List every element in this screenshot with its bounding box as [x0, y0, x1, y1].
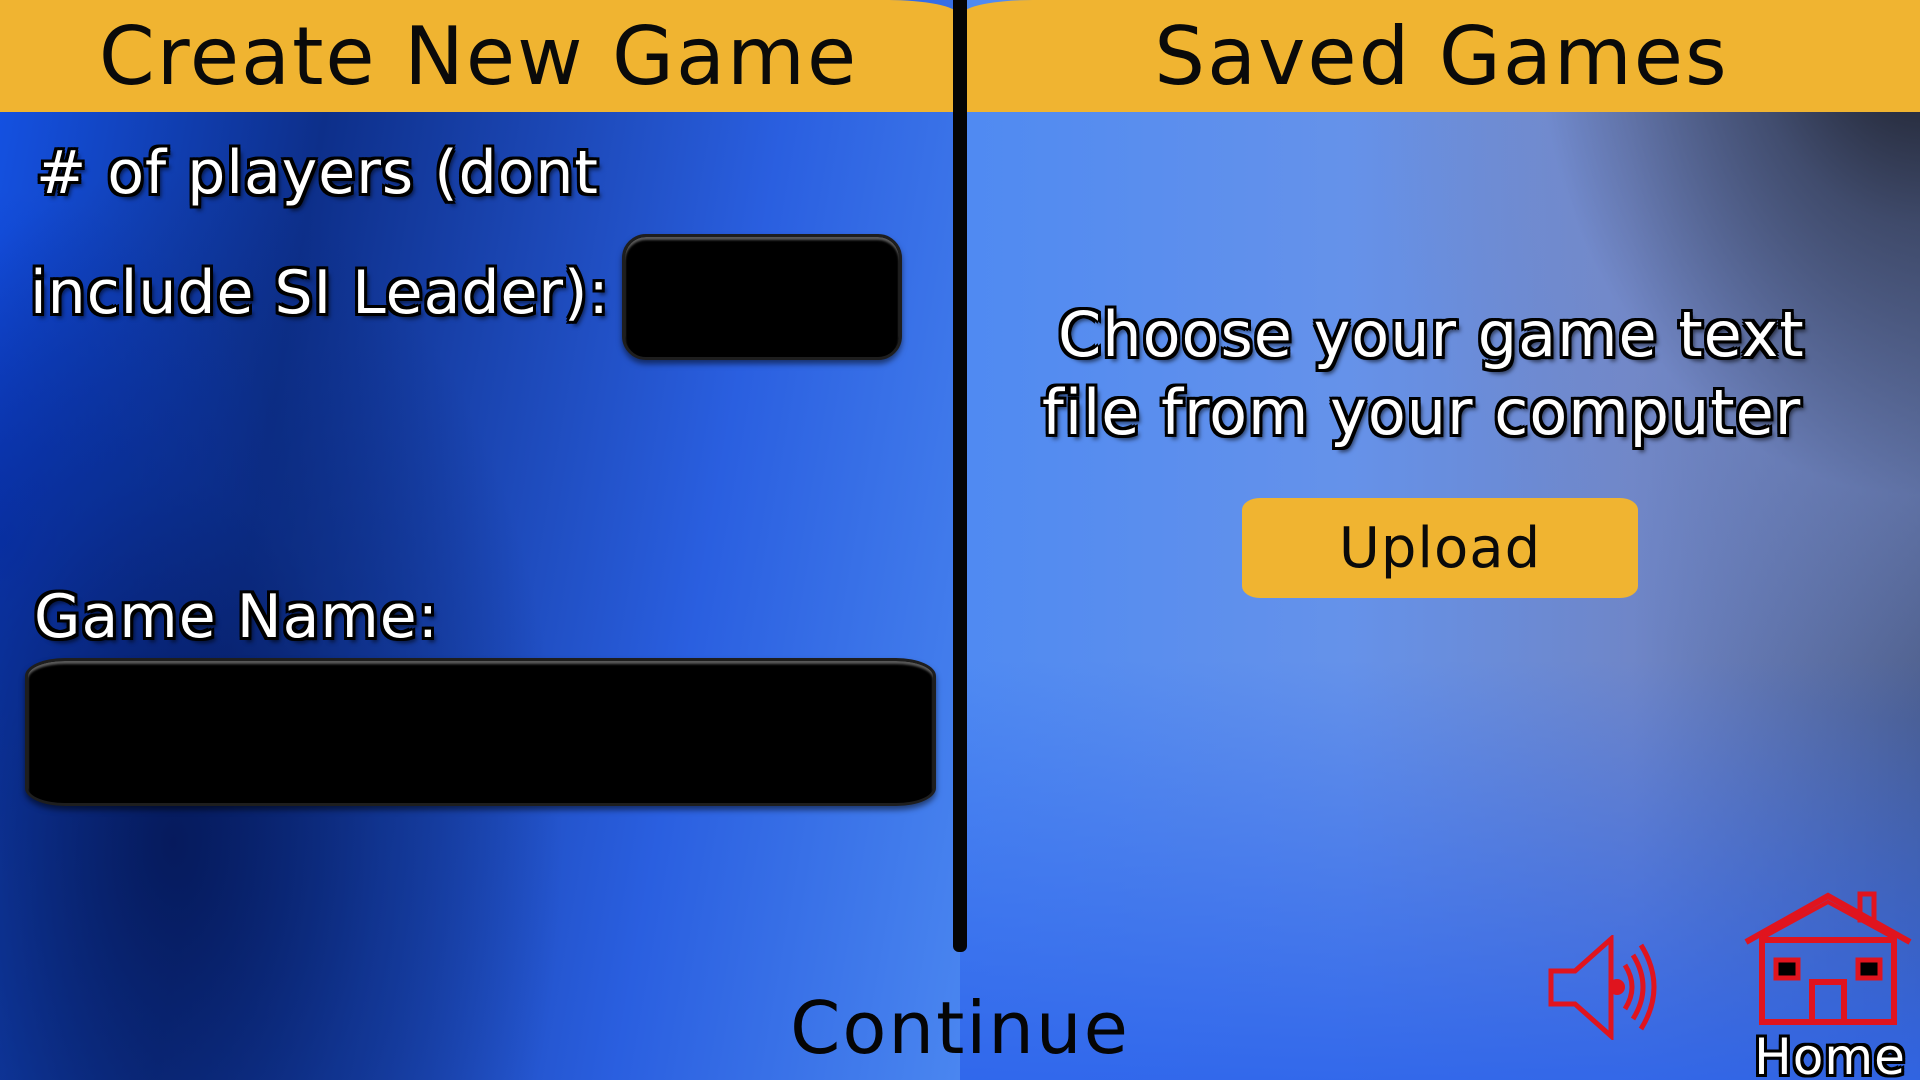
speaker-icon — [1548, 933, 1657, 1042]
panel-divider — [953, 0, 967, 952]
players-label-line2: include SI Leader): — [30, 258, 610, 328]
continue-button-label: Continue — [790, 986, 1130, 1070]
saved-games-header: Saved Games — [963, 0, 1920, 112]
house-icon — [1744, 891, 1912, 1025]
create-new-game-header: Create New Game — [0, 0, 957, 112]
continue-button[interactable]: Continue — [760, 980, 1160, 1076]
game-name-input[interactable] — [25, 658, 936, 806]
upload-button-label: Upload — [1338, 515, 1542, 581]
home-button[interactable]: Home — [1740, 890, 1920, 1080]
home-label: Home — [1754, 1028, 1906, 1080]
upload-instruction-line1: Choose your game text — [1058, 298, 1805, 371]
saved-games-title: Saved Games — [1154, 9, 1729, 103]
players-count-input[interactable] — [622, 234, 902, 360]
players-label-line1: # of players (dont — [36, 138, 599, 208]
upload-button[interactable]: Upload — [1242, 498, 1638, 598]
create-new-game-title: Create New Game — [98, 9, 859, 103]
game-name-label: Game Name: — [34, 582, 439, 652]
upload-instruction-line2: file from your computer — [1042, 376, 1802, 449]
sound-toggle-button[interactable] — [1545, 933, 1673, 1042]
